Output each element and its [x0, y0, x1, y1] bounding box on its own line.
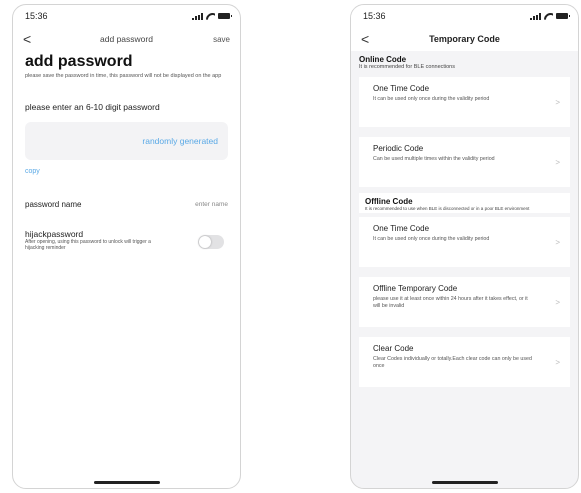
nav-title: add password	[100, 34, 153, 44]
item-description: Can be used multiple times within the va…	[373, 156, 495, 162]
copy-button[interactable]: copy	[25, 168, 40, 175]
home-indicator	[431, 481, 498, 484]
password-name-row: password name	[25, 200, 228, 209]
nav-title: Temporary Code	[429, 34, 500, 44]
back-icon[interactable]: <	[361, 31, 377, 47]
battery-icon	[556, 13, 570, 19]
back-icon[interactable]: <	[23, 31, 39, 47]
form-content: add password please save the password in…	[13, 53, 240, 251]
signal-icon	[192, 12, 203, 20]
item-description: It can be used only once during the vali…	[373, 96, 490, 102]
chevron-right-icon: >	[555, 238, 560, 247]
status-bar: 15:36	[13, 5, 240, 27]
clear-code-item[interactable]: Clear Code Clear Codes individually or t…	[359, 337, 570, 387]
offline-temporary-code-item[interactable]: Offline Temporary Code please use it at …	[359, 277, 570, 327]
offline-code-subtitle: It is recommended to use when BLE is dis…	[365, 206, 530, 211]
offline-one-time-code-item[interactable]: One Time Code It can be used only once d…	[359, 217, 570, 267]
item-title: Clear Code	[373, 344, 414, 353]
hijack-title: hijackpassword	[25, 229, 84, 239]
wifi-icon	[206, 13, 215, 20]
signal-icon	[530, 12, 541, 20]
add-password-screen: 15:36 < add password save add password p…	[12, 4, 241, 489]
randomly-generated-button[interactable]: randomly generated	[142, 136, 218, 146]
nav-bar: < add password save	[13, 27, 240, 51]
item-title: Periodic Code	[373, 144, 424, 153]
item-title: One Time Code	[373, 224, 430, 233]
password-name-label: password name	[25, 200, 82, 209]
item-description: It can be used only once during the vali…	[373, 236, 490, 242]
status-bar: 15:36	[351, 5, 578, 27]
hijack-password-row: hijackpassword After opening, using this…	[25, 229, 228, 251]
chevron-right-icon: >	[555, 298, 560, 307]
offline-code-title: Offline Code	[365, 197, 413, 206]
item-title: One Time Code	[373, 84, 430, 93]
item-description: Clear Codes individually or totally.Each…	[373, 356, 532, 369]
password-field[interactable]: randomly generated	[25, 122, 228, 160]
online-code-title: Online Code	[359, 55, 407, 64]
online-code-subtitle: It is recommended for BLE connections	[359, 64, 455, 70]
chevron-right-icon: >	[555, 158, 560, 167]
status-icons	[192, 12, 232, 20]
online-one-time-code-item[interactable]: One Time Code It can be used only once d…	[359, 77, 570, 127]
toggle-knob	[199, 236, 211, 248]
temporary-code-screen: 15:36 < Temporary Code Online Code It is…	[350, 4, 579, 489]
nav-bar: < Temporary Code	[351, 27, 578, 51]
page-description: please save the password in time, this p…	[25, 73, 222, 79]
password-label: please enter an 6-10 digit password	[25, 102, 160, 112]
hijack-toggle[interactable]	[198, 235, 224, 249]
offline-code-header: Offline Code It is recommended to use wh…	[359, 193, 570, 213]
chevron-right-icon: >	[555, 98, 560, 107]
chevron-right-icon: >	[555, 358, 560, 367]
online-code-header: Online Code It is recommended for BLE co…	[351, 51, 578, 73]
status-time: 15:36	[25, 11, 48, 21]
hijack-text: hijackpassword After opening, using this…	[25, 229, 165, 251]
page-title: add password	[25, 53, 133, 70]
wifi-icon	[544, 13, 553, 20]
item-description: please use it at least once within 24 ho…	[373, 296, 528, 309]
hijack-description: After opening, using this password to un…	[25, 239, 151, 251]
status-icons	[530, 12, 570, 20]
battery-icon	[218, 13, 232, 19]
item-title: Offline Temporary Code	[373, 284, 458, 293]
status-time: 15:36	[363, 11, 386, 21]
password-name-input[interactable]	[148, 201, 228, 208]
home-indicator	[93, 481, 160, 484]
save-button[interactable]: save	[213, 35, 230, 44]
periodic-code-item[interactable]: Periodic Code Can be used multiple times…	[359, 137, 570, 187]
